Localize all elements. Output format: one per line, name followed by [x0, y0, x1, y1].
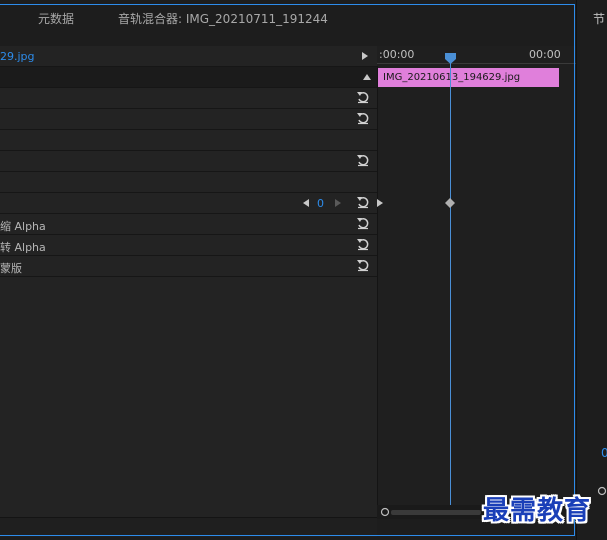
clip-header: 29.jpg [0, 46, 377, 67]
effect-timeline[interactable] [377, 46, 577, 517]
effect-row [0, 130, 377, 151]
right-panel-value[interactable]: 0 [601, 446, 607, 460]
effect-row [0, 88, 377, 109]
reset-icon[interactable] [356, 90, 370, 104]
timeline-clip-label: IMG_20210613_194629.jpg [383, 72, 521, 83]
time-end: 00:00 [529, 48, 561, 61]
effect-row-label: 蒙版 [0, 262, 22, 275]
playhead-line [450, 60, 451, 508]
effect-row [0, 109, 377, 130]
bottom-strip [0, 517, 377, 537]
right-panel: 节 0 [576, 0, 607, 540]
effect-row [0, 67, 377, 88]
play-right-icon[interactable] [362, 52, 368, 60]
time-ruler[interactable]: :00:00 00:00 [377, 46, 576, 66]
clip-name[interactable]: 29.jpg [0, 50, 35, 63]
reset-icon[interactable] [356, 237, 370, 251]
effect-row: 缩 Alpha [0, 214, 377, 235]
watermark-logo: 最需教育 [483, 496, 592, 526]
scroll-track[interactable] [391, 510, 481, 515]
tab-audio-mixer[interactable]: 音轨混合器: IMG_20210711_191244 [118, 10, 328, 27]
ruler-baseline [377, 63, 576, 64]
reset-icon[interactable] [356, 111, 370, 125]
reset-icon[interactable] [356, 195, 370, 209]
reset-icon[interactable] [356, 216, 370, 230]
tab-metadata[interactable]: 元数据 [38, 10, 74, 27]
scroll-handle-icon[interactable] [380, 507, 390, 517]
timeline-clip[interactable]: IMG_20210613_194629.jpg [378, 68, 559, 87]
keyframe-toggle-value[interactable]: 0 [317, 197, 324, 210]
time-start: :00:00 [379, 48, 415, 61]
keyframe-prev-icon[interactable] [303, 199, 309, 207]
effect-row [0, 151, 377, 172]
tab-audio-mixer-label: 音轨混合器: IMG_20210711_191244 [118, 12, 328, 26]
effect-row [0, 172, 377, 193]
effect-row-label: 缩 Alpha [0, 220, 46, 233]
effect-row-keyframed: 0 [0, 193, 377, 214]
right-panel-handle-icon[interactable] [597, 486, 607, 496]
collapse-up-icon[interactable] [363, 74, 371, 80]
keyframe-start-marker-icon [377, 199, 383, 207]
keyframe-next-icon[interactable] [335, 199, 341, 207]
reset-icon[interactable] [356, 258, 370, 272]
effect-row: 转 Alpha [0, 235, 377, 256]
right-panel-title[interactable]: 节 [593, 10, 605, 27]
reset-icon[interactable] [356, 153, 370, 167]
effect-row: 蒙版 [0, 256, 377, 277]
keyframe-diamond-icon[interactable] [445, 198, 455, 208]
effect-row-label: 转 Alpha [0, 241, 46, 254]
